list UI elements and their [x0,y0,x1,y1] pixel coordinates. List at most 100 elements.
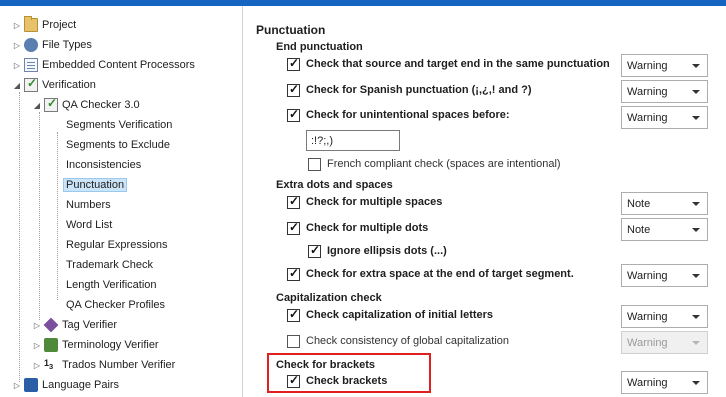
dropdown-value: Warning [627,269,668,282]
language-pairs-icon [24,378,38,392]
same-punctuation-severity-dropdown[interactable]: Warning [621,54,708,77]
spanish-punctuation-option[interactable]: Check for Spanish punctuation (¡,¿,! and… [287,80,532,100]
ignore-ellipsis-option[interactable]: Ignore ellipsis dots (...) [308,241,447,261]
tree-item-segments-to-exclude[interactable]: Segments to Exclude [66,135,170,155]
tree-item-label: Tag Verifier [62,319,118,331]
extra-space-end-severity-dropdown[interactable]: Warning [621,264,708,287]
tree-item-label: Length Verification [66,279,157,291]
multiple-spaces-severity-dropdown[interactable]: Note [621,192,708,215]
section-extra-dots-spaces: Extra dots and spaces [276,179,393,191]
expand-arrow-icon[interactable]: ▷ [12,15,22,35]
option-label: Check for Spanish punctuation (¡,¿,! and… [306,84,532,96]
expand-arrow-icon[interactable]: ▷ [12,375,22,395]
expand-arrow-icon[interactable]: ▷ [32,335,42,355]
option-label: Check that source and target end in the … [306,58,610,70]
tree-item-project[interactable]: ▷ Project [12,15,76,35]
tree-item-label: Verification [42,79,96,91]
expand-arrow-icon[interactable]: ▷ [12,35,22,55]
multiple-spaces-option[interactable]: Check for multiple spaces [287,192,442,212]
tree-item-label: Trados Number Verifier [62,359,176,371]
dropdown-value: Warning [627,59,668,72]
tree-item-label: Inconsistencies [66,159,142,171]
spaces-before-option[interactable]: Check for unintentional spaces before: [287,105,510,125]
chevron-down-icon [692,315,700,319]
extra-space-end-checkbox[interactable] [287,266,300,281]
section-capitalization-check: Capitalization check [276,292,382,304]
option-label: Check for multiple spaces [306,196,443,208]
tree-item-word-list[interactable]: Word List [66,215,112,235]
check-brackets-severity-dropdown[interactable]: Warning [621,371,708,394]
initial-capitalization-checkbox[interactable] [287,307,300,322]
chevron-down-icon [692,116,700,120]
settings-tree[interactable]: ▷ Project ▷ File Types ▷ Embedded Conten… [0,6,243,397]
check-brackets-option[interactable]: Check brackets [287,371,387,391]
spanish-punctuation-checkbox[interactable] [287,82,300,97]
page-title: Punctuation [256,23,326,37]
tree-item-trados-number-verifier[interactable]: ▷ 13 Trados Number Verifier [32,355,175,375]
tree-item-label: File Types [42,39,92,51]
tree-item-length-verification[interactable]: Length Verification [66,275,157,295]
global-capitalization-option[interactable]: Check consistency of global capitalizati… [287,331,509,351]
tree-item-segments-verification[interactable]: Segments Verification [66,115,172,135]
tree-item-embedded-content-processors[interactable]: ▷ Embedded Content Processors [12,55,195,75]
tree-item-regular-expressions[interactable]: Regular Expressions [66,235,168,255]
chevron-down-icon [692,90,700,94]
check-brackets-checkbox[interactable] [287,373,300,388]
tree-guide [57,132,58,300]
tree-item-qa-checker[interactable]: ◢ QA Checker 3.0 [32,95,140,115]
tree-item-tag-verifier[interactable]: ▷ Tag Verifier [32,315,117,335]
tree-item-label: QA Checker 3.0 [62,99,140,111]
option-label: Check capitalization of initial letters [306,309,494,321]
collapse-arrow-icon[interactable]: ◢ [12,75,22,95]
collapse-arrow-icon[interactable]: ◢ [32,95,42,115]
verification-icon [24,76,38,92]
ignore-ellipsis-checkbox[interactable] [308,243,321,258]
tree-item-trademark-check[interactable]: Trademark Check [66,255,153,275]
initial-capitalization-option[interactable]: Check capitalization of initial letters [287,305,493,325]
french-compliant-option[interactable]: French compliant check (spaces are inten… [308,154,561,174]
spaces-before-severity-dropdown[interactable]: Warning [621,106,708,129]
chevron-down-icon [692,381,700,385]
tree-item-terminology-verifier[interactable]: ▷ Terminology Verifier [32,335,159,355]
tree-item-label: Segments to Exclude [66,139,170,151]
option-label: Check for extra space at the end of targ… [306,268,574,280]
multiple-spaces-checkbox[interactable] [287,194,300,209]
multiple-dots-option[interactable]: Check for multiple dots [287,218,428,238]
expand-arrow-icon[interactable]: ▷ [32,355,42,375]
folder-icon [24,16,38,32]
tree-item-file-types[interactable]: ▷ File Types [12,35,92,55]
multiple-dots-severity-dropdown[interactable]: Note [621,218,708,241]
multiple-dots-checkbox[interactable] [287,220,300,235]
characters-input[interactable]: :!?;,) [306,130,400,151]
spaces-before-checkbox[interactable] [287,107,300,122]
section-end-punctuation: End punctuation [276,41,363,53]
dropdown-value: Warning [627,310,668,323]
tree-item-language-pairs[interactable]: ▷ Language Pairs [12,375,119,395]
initial-capitalization-severity-dropdown[interactable]: Warning [621,305,708,328]
tree-item-label: Punctuation [63,178,128,192]
tree-item-verification[interactable]: ◢ Verification [12,75,96,95]
same-punctuation-checkbox[interactable] [287,56,300,71]
number-verifier-icon: 13 [44,358,58,372]
dropdown-value: Warning [627,336,668,349]
spanish-punctuation-severity-dropdown[interactable]: Warning [621,80,708,103]
extra-space-end-option[interactable]: Check for extra space at the end of targ… [287,264,574,284]
expand-arrow-icon[interactable]: ▷ [32,315,42,335]
french-compliant-checkbox[interactable] [308,157,321,171]
tree-item-label: Language Pairs [42,379,120,391]
same-punctuation-option[interactable]: Check that source and target end in the … [287,54,610,74]
expand-arrow-icon[interactable]: ▷ [12,55,22,75]
tag-verifier-icon [43,317,59,333]
tree-item-punctuation[interactable]: Punctuation [63,175,128,195]
tree-item-inconsistencies[interactable]: Inconsistencies [66,155,141,175]
tree-item-label: Regular Expressions [66,239,168,251]
option-label: Check for unintentional spaces before: [306,109,510,121]
tree-item-label: Terminology Verifier [62,339,159,351]
tree-item-numbers[interactable]: Numbers [66,195,111,215]
tree-item-qa-checker-profiles[interactable]: QA Checker Profiles [66,295,165,315]
file-types-icon [24,38,38,52]
tree-item-label: Segments Verification [66,119,173,131]
tree-item-label: Word List [66,219,113,231]
global-capitalization-checkbox[interactable] [287,334,300,348]
terminology-verifier-icon [44,338,58,352]
